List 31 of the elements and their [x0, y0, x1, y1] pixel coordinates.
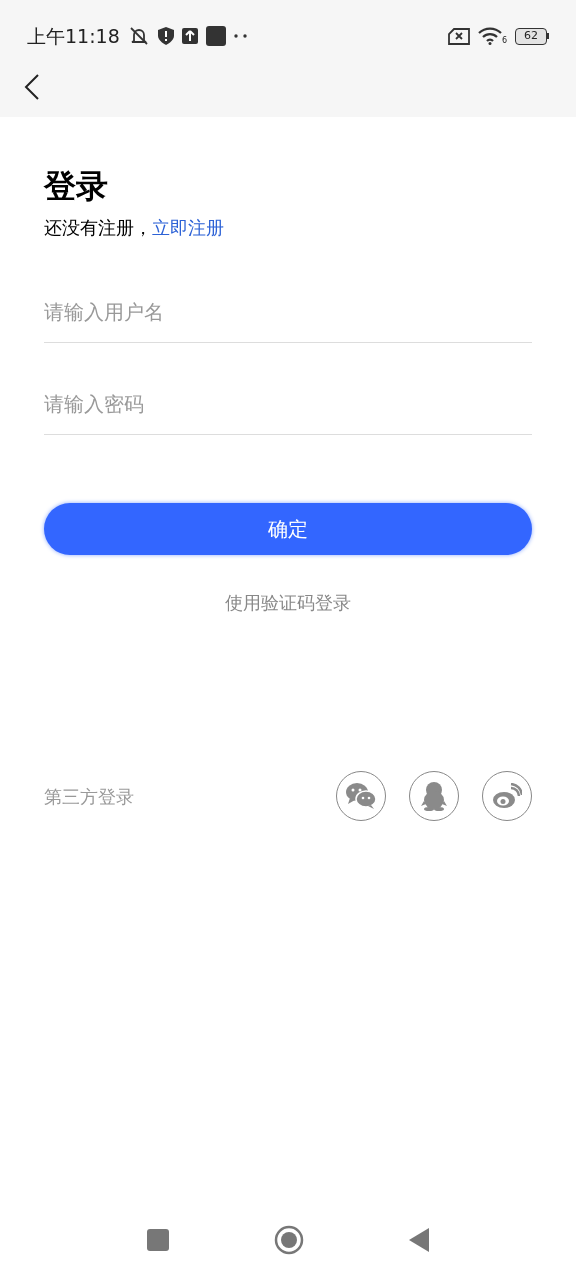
register-link[interactable]: 立即注册 [152, 217, 224, 238]
chat-bubbles-icon [345, 782, 377, 810]
home-button[interactable] [274, 1225, 304, 1255]
social-login-button[interactable] [409, 771, 459, 821]
status-time: 上午11:18 [27, 23, 120, 49]
social-login-button[interactable] [336, 771, 386, 821]
back-nav-button[interactable] [409, 1228, 429, 1252]
square-icon [205, 26, 226, 46]
input-field[interactable]: 请输入用户名 [44, 281, 532, 343]
penguin-icon [421, 781, 447, 811]
confirm-button[interactable]: 确定 [44, 503, 532, 555]
input-field[interactable]: 请输入密码 [44, 373, 532, 435]
recents-button[interactable] [147, 1229, 169, 1251]
more-icon [233, 34, 248, 38]
no-sim-icon [447, 27, 470, 45]
social-login-button[interactable] [482, 771, 532, 821]
page-title: 登录 [44, 166, 109, 207]
upload-icon [181, 28, 198, 44]
home-icon [274, 1225, 304, 1255]
shield-icon [157, 27, 174, 45]
triangle-back-icon [409, 1228, 429, 1252]
wifi-label: 6 [501, 37, 507, 45]
wifi-icon [477, 27, 502, 45]
muted-bell-icon [127, 26, 150, 46]
sms-login-link[interactable]: 使用验证码登录 [225, 589, 351, 616]
third-party-label: 第三方登录 [44, 784, 134, 809]
swirl-eye-icon [492, 783, 522, 809]
register-prompt: 还没有注册， [44, 217, 152, 238]
back-icon [24, 73, 40, 101]
battery-level: 62 [515, 27, 547, 45]
square-icon [147, 1229, 169, 1251]
